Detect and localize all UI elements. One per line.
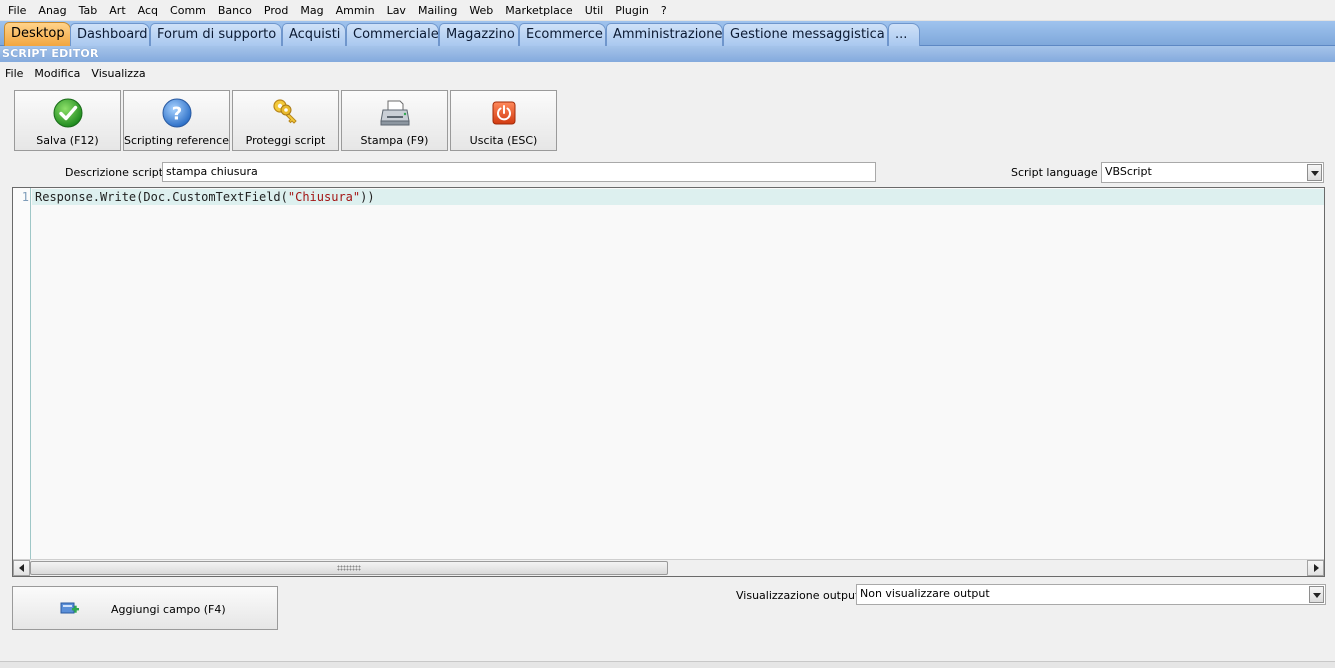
grip-icon [337, 565, 361, 571]
tab-amministrazione[interactable]: Amministrazione [606, 23, 723, 46]
menu-lav[interactable]: Lav [381, 0, 412, 21]
menu-tab[interactable]: Tab [73, 0, 104, 21]
tab-magazzino[interactable]: Magazzino [439, 23, 519, 46]
scroll-left-icon[interactable] [13, 560, 30, 576]
chevron-down-icon[interactable] [1309, 586, 1324, 603]
window-title: SCRIPT EDITOR [0, 46, 1335, 62]
tab-ecommerce[interactable]: Ecommerce [519, 23, 606, 46]
status-bar [0, 661, 1335, 668]
tab-dashboard[interactable]: Dashboard [70, 23, 150, 46]
menu-prod[interactable]: Prod [258, 0, 294, 21]
print-button[interactable]: Stampa (F9) [341, 90, 448, 151]
code-line[interactable]: Response.Write(Doc.CustomTextField("Chiu… [35, 190, 375, 205]
code-string-literal: "Chiusura" [287, 190, 361, 204]
scroll-right-icon[interactable] [1307, 560, 1324, 576]
exit-button[interactable]: Uscita (ESC) [450, 90, 557, 151]
editor-menubar: File Modifica Visualizza [0, 64, 1335, 84]
code-text-before: Response.Write(Doc.CustomTextField( [35, 190, 288, 204]
description-input[interactable]: stampa chiusura [162, 162, 876, 182]
menu-banco[interactable]: Banco [212, 0, 258, 21]
line-number: 1 [21, 190, 29, 204]
output-value: Non visualizzare output [860, 587, 990, 600]
check-icon [53, 98, 82, 128]
submenu-file[interactable]: File [0, 64, 29, 84]
scrollbar-thumb[interactable] [30, 561, 668, 575]
menu-util[interactable]: Util [579, 0, 609, 21]
svg-text:?: ? [171, 104, 181, 125]
power-icon [492, 101, 515, 125]
tab-commerciale[interactable]: Commerciale [346, 23, 439, 46]
scripting-reference-label: Scripting reference [124, 134, 229, 147]
tab-gestione-messaggistica[interactable]: Gestione messaggistica [723, 23, 888, 46]
output-label: Visualizzazione output : [736, 589, 867, 602]
scripting-reference-button[interactable]: ? Scripting reference [123, 90, 230, 151]
menu-web[interactable]: Web [463, 0, 499, 21]
menu-ammin[interactable]: Ammin [330, 0, 381, 21]
add-field-icon [60, 602, 79, 614]
menu-mailing[interactable]: Mailing [412, 0, 463, 21]
menu-help[interactable]: ? [655, 0, 673, 21]
menu-mag[interactable]: Mag [294, 0, 329, 21]
exit-label: Uscita (ESC) [469, 134, 538, 147]
tab-more[interactable]: ... [888, 23, 920, 46]
menu-acq[interactable]: Acq [132, 0, 164, 21]
script-language-select[interactable]: VBScript [1101, 162, 1324, 183]
tab-forum[interactable]: Forum di supporto [150, 23, 282, 46]
line-number-gutter: 1 [13, 188, 31, 559]
submenu-visualizza[interactable]: Visualizza [86, 64, 151, 84]
horizontal-scrollbar[interactable] [13, 559, 1324, 576]
protect-script-label: Proteggi script [245, 134, 326, 147]
output-select[interactable]: Non visualizzare output [856, 584, 1326, 605]
chevron-down-icon[interactable] [1307, 164, 1322, 181]
menubar: File Anag Tab Art Acq Comm Banco Prod Ma… [0, 0, 1335, 21]
keys-icon [272, 99, 297, 124]
code-editor[interactable]: 1 Response.Write(Doc.CustomTextField("Ch… [12, 187, 1325, 577]
script-language-label: Script language : [1011, 166, 1105, 179]
tab-desktop[interactable]: Desktop [4, 22, 71, 46]
tab-strip: Desktop Dashboard Forum di supporto Acqu… [0, 21, 1335, 46]
save-button-label: Salva (F12) [36, 134, 99, 147]
menu-file[interactable]: File [2, 0, 32, 21]
add-field-label: Aggiungi campo (F4) [111, 603, 226, 616]
code-text-after: )) [360, 190, 375, 204]
menu-art[interactable]: Art [103, 0, 131, 21]
menu-comm[interactable]: Comm [164, 0, 212, 21]
script-language-value: VBScript [1105, 165, 1152, 178]
printer-icon [379, 100, 410, 126]
menu-plugin[interactable]: Plugin [609, 0, 655, 21]
tab-acquisti[interactable]: Acquisti [282, 23, 346, 46]
menu-anag[interactable]: Anag [32, 0, 72, 21]
submenu-modifica[interactable]: Modifica [29, 64, 86, 84]
menu-marketplace[interactable]: Marketplace [499, 0, 578, 21]
save-button[interactable]: Salva (F12) [14, 90, 121, 151]
print-label: Stampa (F9) [360, 134, 429, 147]
help-icon: ? [162, 98, 191, 128]
add-field-button[interactable]: Aggiungi campo (F4) [12, 586, 278, 630]
protect-script-button[interactable]: Proteggi script [232, 90, 339, 151]
description-label: Descrizione script : [65, 166, 171, 179]
